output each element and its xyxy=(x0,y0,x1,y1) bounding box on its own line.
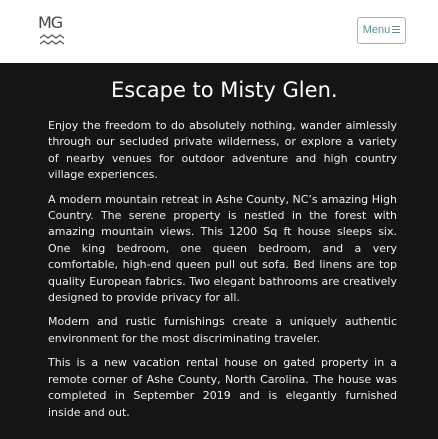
menu-label: Menu xyxy=(362,24,391,36)
wave-icon xyxy=(39,34,65,45)
menu-button[interactable]: Menu xyxy=(357,17,406,44)
hamburger-icon xyxy=(392,25,401,33)
furnishings-paragraph: Modern and rustic furnishings create a u… xyxy=(48,315,397,345)
site-header: MG Menu xyxy=(0,0,438,63)
logo[interactable]: MG xyxy=(38,14,66,48)
page-title: Escape to Misty Glen. xyxy=(111,78,338,102)
vacation-rental-paragraph: This is a new vacation rental house on g… xyxy=(48,356,397,419)
logo-text: MG xyxy=(38,13,63,32)
intro-paragraph: Enjoy the freedom to do absolutely nothi… xyxy=(48,119,397,182)
main-content: Escape to Misty Glen. Enjoy the freedom … xyxy=(0,76,438,421)
property-paragraph: A modern mountain retreat in Ashe County… xyxy=(48,192,397,305)
